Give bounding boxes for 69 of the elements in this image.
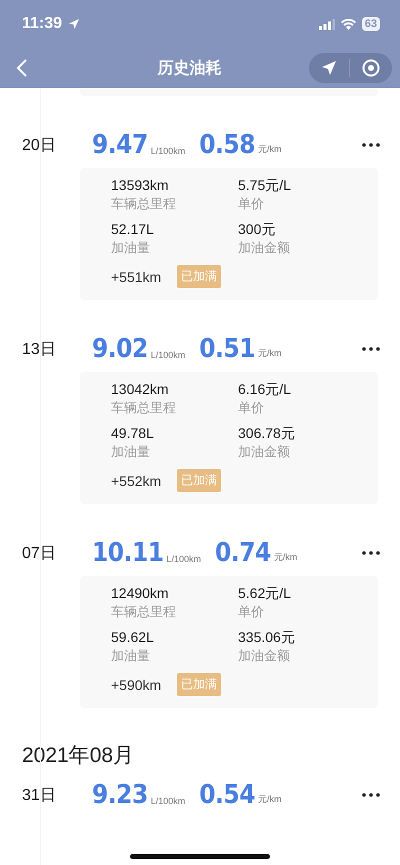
close-button[interactable] <box>360 57 382 79</box>
consumption-value: 9.02 <box>92 334 148 364</box>
field-label: 车辆总里程 <box>111 196 177 212</box>
field-label: 单价 <box>238 400 265 416</box>
more-button[interactable] <box>360 791 382 799</box>
more-button[interactable] <box>360 549 382 557</box>
field-value: 13042km <box>111 381 170 398</box>
cost-value: 0.54 <box>199 780 255 810</box>
distance-text: +552km <box>111 472 162 488</box>
more-button[interactable] <box>360 345 382 353</box>
distance-text: +590km <box>111 676 162 692</box>
field-value: 300元 <box>238 221 276 238</box>
battery-level: 63 <box>362 17 380 31</box>
unit-label: L/100km <box>150 796 186 808</box>
back-icon <box>16 59 28 77</box>
location-arrow-icon <box>68 18 80 30</box>
unit-label: L/100km <box>150 350 186 362</box>
field-label: 加油金额 <box>238 648 291 664</box>
cost-value: 0.58 <box>199 130 255 160</box>
field-label: 加油量 <box>111 648 151 664</box>
field-value: 5.75元/L <box>238 177 292 194</box>
field-value: 59.62L <box>111 629 155 646</box>
unit-label: 元/km <box>258 793 282 806</box>
field-label: 单价 <box>238 196 265 212</box>
full-tank-tag: 已加满 <box>177 265 222 288</box>
field-value: 335.06元 <box>238 629 296 646</box>
field-value: 5.62元/L <box>238 585 292 602</box>
full-tank-tag: 已加满 <box>177 673 222 696</box>
day-label: 07日 <box>22 544 57 564</box>
unit-label: L/100km <box>150 146 186 158</box>
day-label: 31日 <box>22 786 57 806</box>
more-button[interactable] <box>360 141 382 149</box>
location-arrow-icon <box>321 60 337 76</box>
consumption-value: 10.11 <box>92 538 164 568</box>
status-time: 11:39 <box>22 15 62 33</box>
unit-label: L/100km <box>166 554 202 566</box>
more-icon <box>362 143 380 147</box>
field-value: 306.78元 <box>238 425 296 442</box>
day-label: 20日 <box>22 136 57 156</box>
field-label: 加油量 <box>111 240 151 256</box>
field-value: 6.16元/L <box>238 381 292 398</box>
field-value: 13593km <box>111 177 170 194</box>
field-value: 49.78L <box>111 425 155 442</box>
page-title: 历史油耗 <box>158 58 222 78</box>
field-label: 车辆总里程 <box>111 604 177 620</box>
field-label: 车辆总里程 <box>111 400 177 416</box>
day-label: 13日 <box>22 340 57 360</box>
wifi-icon <box>340 18 356 30</box>
more-icon <box>362 793 380 797</box>
distance-text: +551km <box>111 268 162 284</box>
cost-value: 0.74 <box>215 538 271 568</box>
unit-label: 元/km <box>258 143 282 156</box>
signal-icon <box>318 18 335 30</box>
consumption-value: 9.23 <box>92 780 148 810</box>
field-label: 加油量 <box>111 444 151 460</box>
month-heading: 2021年08月 <box>22 744 134 768</box>
field-label: 加油金额 <box>238 240 291 256</box>
more-icon <box>362 551 380 555</box>
field-value: 52.17L <box>111 221 155 238</box>
unit-label: 元/km <box>274 551 298 564</box>
field-value: 12490km <box>111 585 170 602</box>
field-label: 加油金额 <box>238 444 291 460</box>
target-icon <box>362 59 380 77</box>
unit-label: 元/km <box>258 347 282 360</box>
full-tank-tag: 已加满 <box>177 469 222 492</box>
consumption-value: 9.47 <box>92 130 148 160</box>
cost-value: 0.51 <box>199 334 255 364</box>
field-label: 单价 <box>238 604 265 620</box>
more-icon <box>362 347 380 351</box>
